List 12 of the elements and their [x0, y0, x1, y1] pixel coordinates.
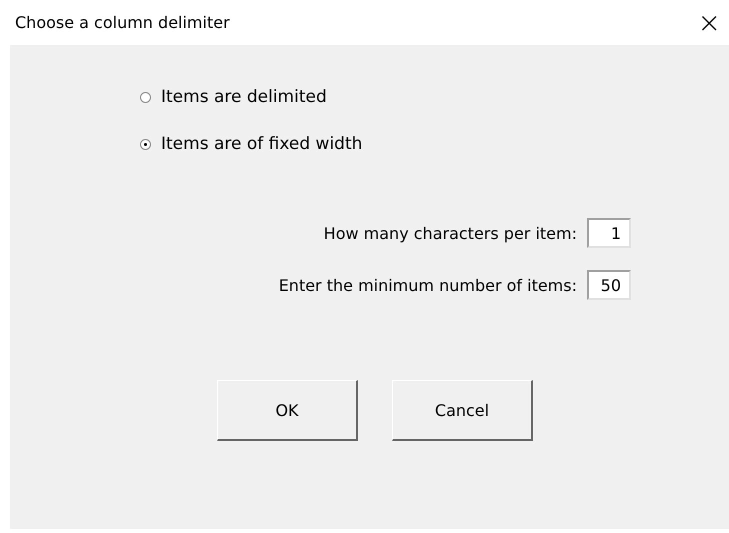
radio-button[interactable]	[140, 92, 151, 102]
dialog-button[interactable]: Cancel	[392, 380, 533, 441]
field-label: How many characters per item:	[324, 224, 577, 242]
radio-label[interactable]: Items are delimited	[161, 87, 327, 107]
dialog-button[interactable]: OK	[217, 380, 358, 441]
radio-label[interactable]: Items are of fixed width	[161, 134, 362, 154]
input-field[interactable]: 50	[587, 270, 631, 300]
field-label: Enter the minimum number of items:	[278, 276, 577, 294]
input-field[interactable]: 1	[587, 218, 631, 248]
close-button[interactable]: ×	[690, 8, 729, 36]
radio-button[interactable]	[140, 138, 151, 150]
window-title: Choose a column delimiter	[15, 13, 230, 32]
